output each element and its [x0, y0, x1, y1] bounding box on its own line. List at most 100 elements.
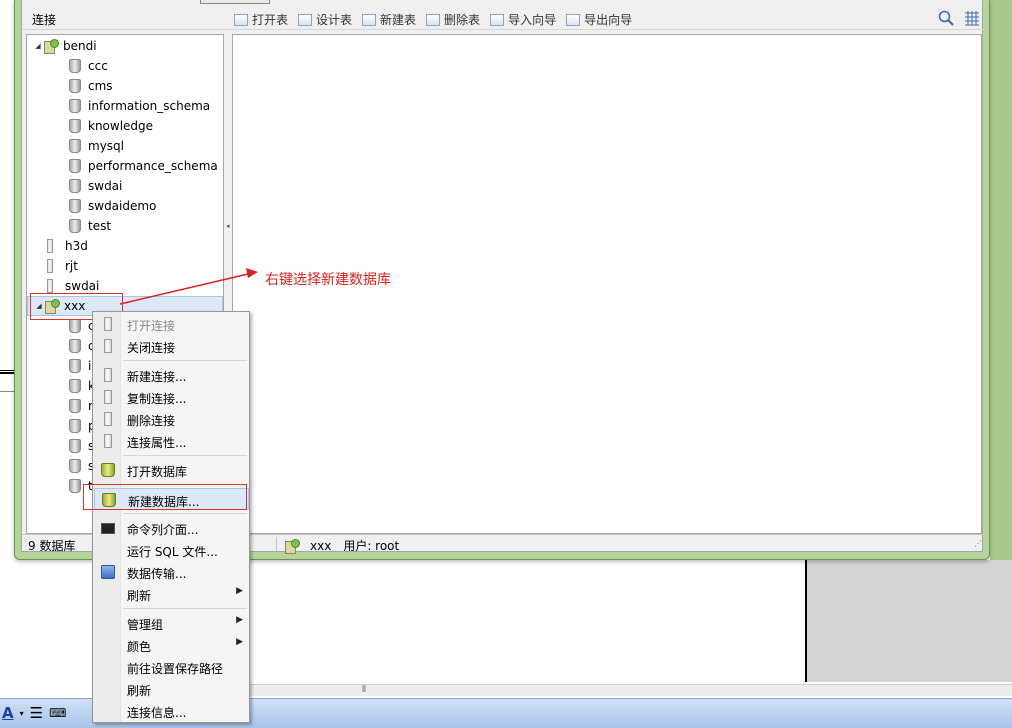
tree-connection-label: h3d — [65, 239, 88, 253]
tree-connection-label: rjt — [65, 259, 78, 273]
connection-properties-icon — [104, 434, 112, 448]
menu-item-label: 刷新 — [127, 589, 152, 603]
database-icon — [69, 139, 81, 153]
database-icon — [69, 219, 81, 233]
menu-item-0-1[interactable]: 关闭连接 — [94, 335, 249, 357]
new-table-icon — [362, 13, 377, 26]
collapse-arrow-icon[interactable]: ◂ — [226, 222, 230, 230]
background-gray-panel — [805, 560, 1012, 682]
tree-database-item[interactable]: swdai — [27, 176, 223, 196]
menu-item-5-1[interactable]: 颜色 ▶ — [94, 634, 249, 656]
database-icon — [69, 459, 81, 473]
tree-connection-label: swdai — [65, 279, 100, 293]
toolbar-label: 打开表 — [252, 13, 289, 27]
menu-item-label: 数据传输... — [127, 567, 187, 581]
toolbar-actions: 打开表 设计表 新建表 删除表 导入向导 导出向导 — [234, 11, 632, 28]
highlight-box-new-database — [83, 484, 247, 510]
keyboard-icon[interactable]: ⌨ — [49, 706, 66, 720]
tree-database-item[interactable]: mysql — [27, 136, 223, 156]
menu-item-label: 管理组 — [127, 618, 164, 632]
design-table-button[interactable]: 设计表 — [298, 11, 352, 28]
connection-open-icon — [43, 39, 59, 54]
database-icon — [69, 439, 81, 453]
connection-closed-icon — [47, 279, 53, 293]
open-database-icon — [101, 463, 115, 477]
expand-arrow-icon[interactable]: ◢ — [33, 42, 43, 50]
menu-item-4-3[interactable]: 刷新 ▶ — [94, 583, 249, 605]
menu-item-1-1[interactable]: 复制连接... — [94, 386, 249, 408]
menu-item-label: 复制连接... — [127, 392, 187, 406]
tree-database-item[interactable]: knowledge — [27, 116, 223, 136]
menu-item-4-1[interactable]: 运行 SQL 文件... — [94, 539, 249, 561]
tree-database-label: ccc — [88, 59, 108, 73]
menu-item-label: 命令列介面... — [127, 523, 199, 537]
database-icon — [69, 339, 81, 353]
menu-item-5-4[interactable]: 连接信息... — [94, 700, 249, 722]
export-wizard-button[interactable]: 导出向导 — [566, 11, 632, 28]
tree-connection-rjt[interactable]: rjt — [27, 256, 223, 276]
menu-item-4-0[interactable]: 命令列介面... — [94, 517, 249, 539]
menu-item-1-2[interactable]: 删除连接 — [94, 408, 249, 430]
menu-item-label: 删除连接 — [127, 414, 176, 428]
tree-connection-label: bendi — [63, 39, 97, 53]
connection-closed-icon — [47, 239, 53, 253]
tree-database-item[interactable]: ccc — [27, 56, 223, 76]
menu-item-1-3[interactable]: 连接属性... — [94, 430, 249, 452]
horizontal-scrollbar[interactable]: ⦀ — [250, 684, 1012, 696]
design-table-icon — [298, 13, 313, 26]
status-divider — [276, 537, 277, 551]
toolbar-label: 设计表 — [316, 13, 353, 27]
tree-database-item[interactable]: performance_schema — [27, 156, 223, 176]
status-user: 用户: root — [343, 539, 400, 553]
align-icon[interactable]: ☰ — [30, 704, 43, 722]
delete-table-button[interactable]: 删除表 — [426, 11, 480, 28]
database-icon — [69, 159, 81, 173]
menu-separator — [123, 513, 247, 514]
tree-connection-h3d[interactable]: h3d — [27, 236, 223, 256]
open-table-button[interactable]: 打开表 — [234, 11, 288, 28]
tree-database-label: swdaidemo — [88, 199, 157, 213]
import-wizard-icon — [490, 13, 505, 26]
toolbar-label: 新建表 — [380, 13, 417, 27]
menu-item-1-0[interactable]: 新建连接... — [94, 364, 249, 386]
dropdown-arrow-icon[interactable]: ▾ — [20, 709, 24, 718]
menu-item-5-2[interactable]: 前往设置保存路径 — [94, 656, 249, 678]
import-wizard-button[interactable]: 导入向导 — [490, 11, 556, 28]
tree-database-item[interactable]: information_schema — [27, 96, 223, 116]
new-table-button[interactable]: 新建表 — [362, 11, 416, 28]
tree-connection-bendi[interactable]: ◢ bendi — [27, 36, 223, 56]
background-window-edge — [990, 0, 1012, 560]
menu-separator — [123, 608, 247, 609]
database-icon — [69, 119, 81, 133]
top-tab[interactable] — [200, 0, 270, 4]
tree-database-item[interactable]: swdaidemo — [27, 196, 223, 216]
database-icon — [69, 59, 81, 73]
console-icon — [101, 523, 115, 534]
connection-context-menu: 打开连接 关闭连接 新建连接... 复制连接... 删除连接 连接属性... 打开数据库 新建… — [92, 311, 250, 723]
database-icon — [69, 379, 81, 393]
menu-item-5-0[interactable]: 管理组 ▶ — [94, 612, 249, 634]
open-connection-icon — [104, 317, 112, 331]
menu-item-5-3[interactable]: 刷新 — [94, 678, 249, 700]
menu-item-label: 颜色 — [127, 640, 152, 654]
new-connection-icon — [104, 368, 112, 382]
status-connection-name: xxx — [310, 538, 332, 553]
submenu-arrow-icon: ▶ — [236, 637, 243, 647]
submenu-arrow-icon: ▶ — [236, 586, 243, 596]
search-icon[interactable] — [938, 10, 954, 26]
connections-title: 连接 — [32, 13, 57, 27]
grid-view-icon[interactable] — [964, 10, 980, 26]
resize-grip-icon[interactable]: ⋰ — [974, 539, 982, 548]
menu-separator — [123, 455, 247, 456]
scroll-grip-icon[interactable]: ⦀ — [362, 685, 366, 695]
tree-database-label: mysql — [88, 139, 124, 153]
tree-database-item[interactable]: test — [27, 216, 223, 236]
toolbar-label: 导入向导 — [508, 13, 557, 27]
database-icon — [69, 199, 81, 213]
menu-item-label: 新建连接... — [127, 370, 187, 384]
font-color-icon[interactable]: A — [2, 704, 14, 722]
tree-database-item[interactable]: cms — [27, 76, 223, 96]
menu-item-4-2[interactable]: 数据传输... — [94, 561, 249, 583]
tree-database-label: information_schema — [88, 99, 211, 113]
menu-item-2-0[interactable]: 打开数据库 — [94, 459, 249, 481]
